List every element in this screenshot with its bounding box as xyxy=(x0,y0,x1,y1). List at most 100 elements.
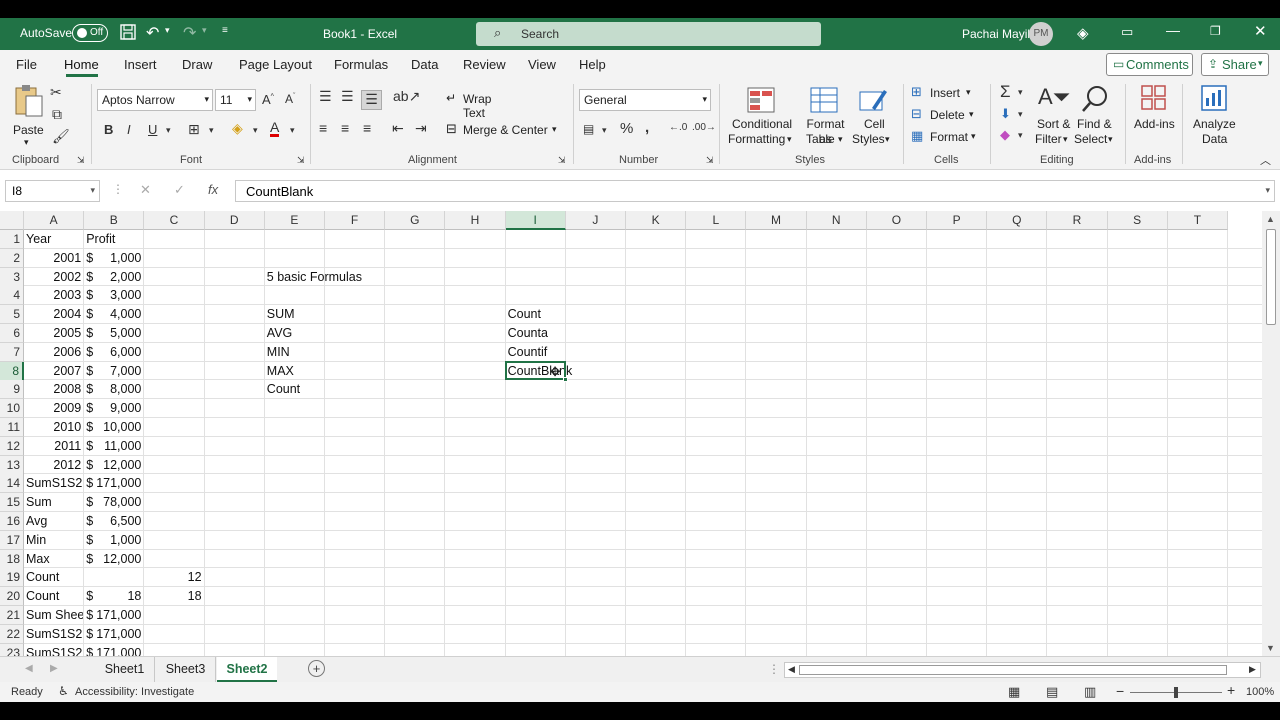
worksheet-grid[interactable]: ABCDEFGHIJKLMNOPQRST 1 2 3 4 5 6 7 8 9 10 11 12 13 14… xyxy=(0,211,1262,656)
cell-e9[interactable]: Count xyxy=(267,380,300,399)
cell-b4[interactable]: 3,000 xyxy=(84,286,141,305)
save-icon[interactable] xyxy=(119,23,137,46)
tab-home[interactable]: Home xyxy=(64,57,99,72)
more-options-icon[interactable]: ⋮ xyxy=(112,182,124,196)
cell-c20[interactable]: 18 xyxy=(144,587,202,606)
fill-handle[interactable] xyxy=(562,377,568,383)
cell-b7[interactable]: 6,000 xyxy=(84,343,141,362)
column-header-l[interactable]: L xyxy=(686,211,747,230)
cell-a7[interactable]: 2006 xyxy=(24,343,81,362)
horizontal-scroll-thumb[interactable] xyxy=(799,665,1227,675)
paste-button[interactable]: Paste ▾ xyxy=(10,84,48,148)
increase-font-icon[interactable]: A^ xyxy=(262,92,274,107)
row-header-16[interactable]: 16 xyxy=(0,512,24,531)
vertical-scrollbar[interactable]: ▲ ▼ xyxy=(1262,211,1280,656)
chevron-down-icon[interactable]: ▾ xyxy=(1018,130,1023,141)
insert-cells-button[interactable]: ⊞ Insert ▾ xyxy=(911,84,979,102)
column-header-s[interactable]: S xyxy=(1107,211,1168,230)
user-name[interactable]: Pachai Mayil xyxy=(962,27,1030,41)
diamond-icon[interactable]: ◈ xyxy=(1077,24,1089,42)
enter-icon[interactable]: ✓ xyxy=(174,182,185,198)
column-header-g[interactable]: G xyxy=(385,211,446,230)
cell-a5[interactable]: 2004 xyxy=(24,305,81,324)
cell-a2[interactable]: 2001 xyxy=(24,249,81,268)
align-left-icon[interactable]: ≡ xyxy=(319,120,327,136)
cell-b21[interactable]: 171,000 xyxy=(84,606,141,625)
column-header-k[interactable]: K xyxy=(626,211,687,230)
accessibility-icon[interactable]: ♿ xyxy=(58,684,69,698)
row-header-17[interactable]: 17 xyxy=(0,530,24,550)
chevron-down-icon[interactable]: ▾ xyxy=(602,125,607,136)
minimize-icon[interactable]: — xyxy=(1166,22,1180,38)
font-color-icon[interactable]: A xyxy=(270,120,280,137)
insert-function-icon[interactable]: fx xyxy=(208,182,218,197)
font-name-dropdown[interactable]: Aptos Narrow ▾ xyxy=(97,89,213,111)
column-header-i[interactable]: I xyxy=(505,211,566,230)
add-sheet-icon[interactable]: + xyxy=(308,660,325,677)
cell-a13[interactable]: 2012 xyxy=(24,456,81,475)
collapse-ribbon-icon[interactable]: ︿ xyxy=(1260,152,1271,168)
column-header-f[interactable]: F xyxy=(325,211,386,230)
tab-help[interactable]: Help xyxy=(579,57,606,72)
font-size-dropdown[interactable]: 11 ▾ xyxy=(215,89,256,111)
cell-e6[interactable]: AVG xyxy=(267,324,292,343)
cell-a16[interactable]: Avg xyxy=(26,512,83,531)
scroll-up-icon[interactable]: ▲ xyxy=(1266,214,1275,224)
format-as-table-button[interactable]: Format as Table ▾ xyxy=(797,84,852,150)
accessibility-status[interactable]: Accessibility: Investigate xyxy=(75,686,194,698)
cell-b15[interactable]: 78,000 xyxy=(84,493,141,512)
cell-b11[interactable]: 10,000 xyxy=(84,418,141,437)
row-header-3[interactable]: 3 xyxy=(0,267,24,287)
row-header-8[interactable]: 8 xyxy=(0,361,24,381)
cell-a6[interactable]: 2005 xyxy=(24,324,81,343)
column-header-a[interactable]: A xyxy=(24,211,85,230)
expand-formula-icon[interactable]: ▾ xyxy=(1265,185,1270,196)
close-icon[interactable]: ✕ xyxy=(1254,22,1267,40)
ribbon-display-icon[interactable]: ▭ xyxy=(1121,24,1133,40)
tab-insert[interactable]: Insert xyxy=(124,57,157,72)
cell-i5[interactable]: Count xyxy=(508,305,541,324)
row-header-12[interactable]: 12 xyxy=(0,436,24,456)
format-cells-button[interactable]: ▦ Format ▾ xyxy=(911,128,979,146)
cell-a20[interactable]: Count xyxy=(26,587,83,606)
autosum-icon[interactable]: Σ xyxy=(1000,82,1011,102)
cell-b5[interactable]: 4,000 xyxy=(84,305,141,324)
row-header-22[interactable]: 22 xyxy=(0,624,24,644)
cell-a14[interactable]: SumS1S2 xyxy=(26,474,83,493)
analyze-data-button[interactable]: Analyze Data xyxy=(1190,84,1238,150)
dialog-launcher-icon[interactable]: ⇲ xyxy=(77,155,85,166)
cell-a18[interactable]: Max xyxy=(26,550,83,569)
horizontal-scrollbar[interactable]: ◀ ▶ xyxy=(784,662,1261,678)
column-header-d[interactable]: D xyxy=(204,211,265,230)
cell-b6[interactable]: 5,000 xyxy=(84,324,141,343)
delete-cells-button[interactable]: ⊟ Delete ▾ xyxy=(911,106,979,124)
cell-b12[interactable]: 11,000 xyxy=(84,437,141,456)
accounting-format-icon[interactable]: ▤ xyxy=(583,122,594,136)
tab-data[interactable]: Data xyxy=(411,57,438,72)
cell-c19[interactable]: 12 xyxy=(144,568,202,587)
bold-button[interactable]: B xyxy=(104,122,113,137)
redo-dropdown-icon[interactable]: ▾ xyxy=(202,25,207,36)
name-box[interactable]: I8 ▾ xyxy=(5,180,100,202)
sheet-tab-sheet2[interactable]: Sheet2 xyxy=(217,657,277,682)
cell-a21[interactable]: Sum Sheet xyxy=(26,606,83,625)
italic-button[interactable]: I xyxy=(127,122,131,137)
column-header-b[interactable]: B xyxy=(84,211,145,230)
cut-icon[interactable]: ✂ xyxy=(50,84,62,101)
redo-icon[interactable]: ↷ xyxy=(183,23,196,43)
scroll-right-icon[interactable]: ▶ xyxy=(1249,664,1256,675)
dialog-launcher-icon[interactable]: ⇲ xyxy=(706,155,714,166)
clear-icon[interactable]: ◆ xyxy=(1000,127,1010,143)
row-header-19[interactable]: 19 xyxy=(0,568,24,588)
normal-view-icon[interactable]: ▦ xyxy=(1008,684,1020,700)
cell-a23[interactable]: SumS1S2 xyxy=(26,644,83,656)
number-format-dropdown[interactable]: General ▾ xyxy=(579,89,711,111)
align-center-icon[interactable]: ≡ xyxy=(341,120,349,136)
fill-icon[interactable]: ⬇ xyxy=(1000,106,1011,122)
tab-formulas[interactable]: Formulas xyxy=(334,57,388,72)
column-header-c[interactable]: C xyxy=(144,211,205,230)
cell-a1[interactable]: Year xyxy=(26,230,83,249)
cell-a4[interactable]: 2003 xyxy=(24,286,81,305)
orientation-icon[interactable]: ab↗ xyxy=(393,88,420,105)
column-header-t[interactable]: T xyxy=(1167,211,1228,230)
